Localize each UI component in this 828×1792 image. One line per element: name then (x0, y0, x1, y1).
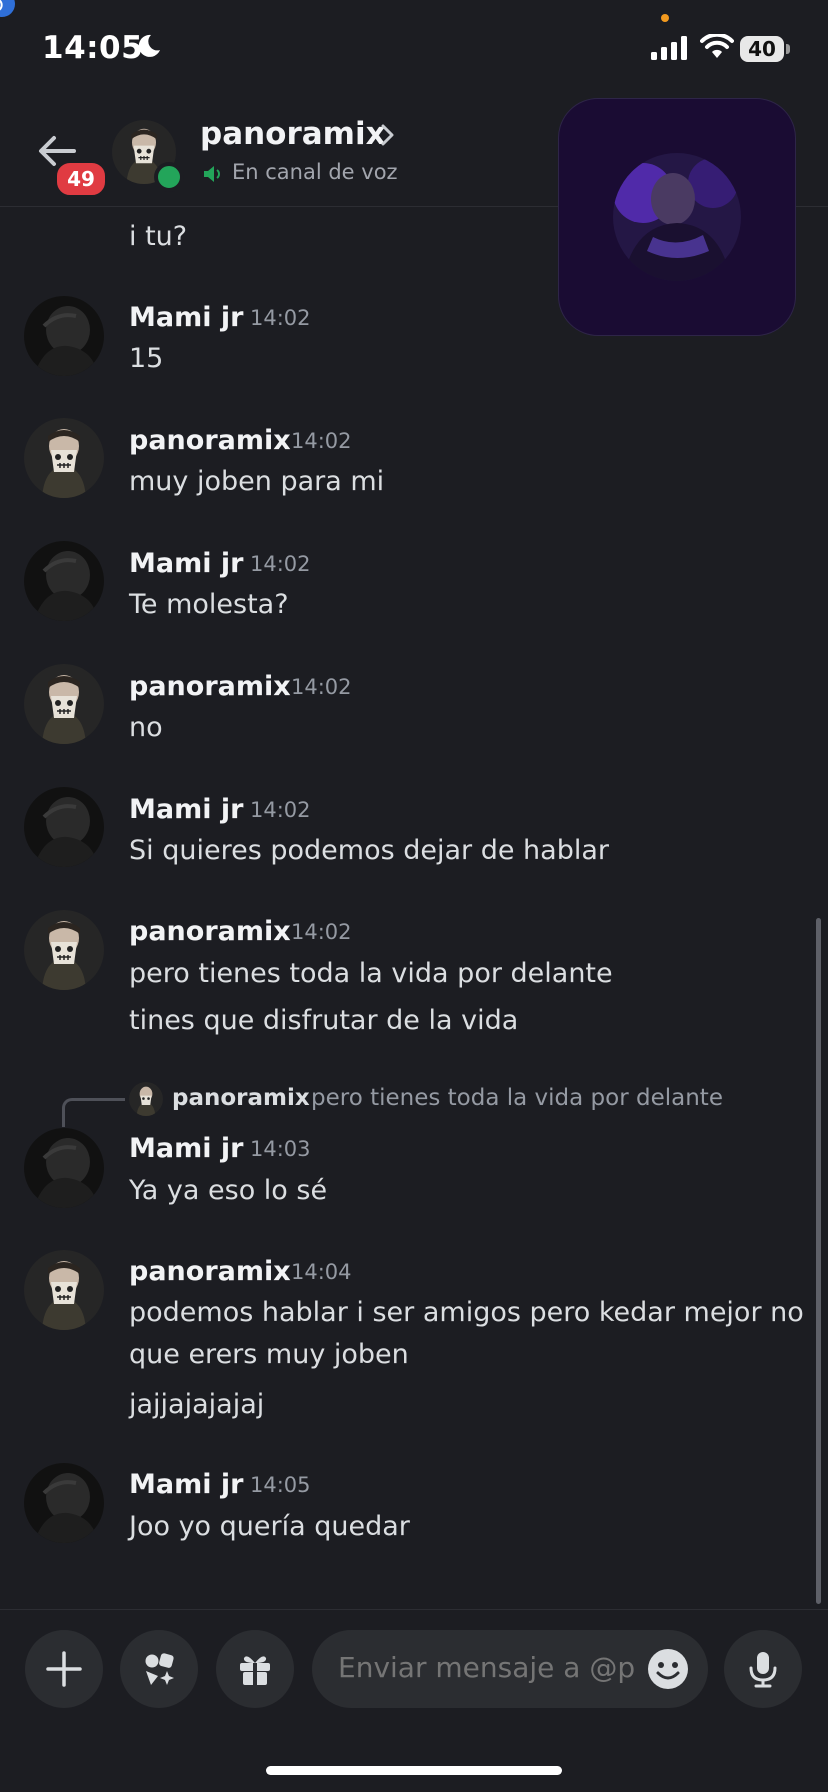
home-indicator[interactable] (266, 1766, 562, 1775)
message-author[interactable]: panoramix (129, 916, 291, 947)
plus-icon (46, 1651, 82, 1687)
avatar[interactable] (24, 296, 104, 376)
message-author[interactable]: Mami jr (129, 1469, 243, 1500)
voice-status: En canal de voz (232, 160, 398, 184)
message-author[interactable]: panoramix (129, 1256, 291, 1287)
voice-activity-icon (0, 0, 15, 17)
skull-mask-avatar-icon (24, 664, 104, 744)
dark-photo-avatar-icon (24, 787, 104, 867)
message-author[interactable]: Mami jr (129, 302, 243, 333)
avatar[interactable] (24, 1463, 104, 1543)
skull-mask-avatar-icon (129, 1082, 163, 1116)
message-author[interactable]: Mami jr (129, 548, 243, 579)
add-attachment-button[interactable] (25, 1630, 103, 1708)
message-text: i tu? (129, 221, 188, 252)
battery-cap (786, 44, 790, 54)
skull-mask-avatar-icon (24, 1250, 104, 1330)
voice-message-button[interactable] (724, 1630, 802, 1708)
avatar[interactable] (24, 1250, 104, 1330)
message-timestamp: 14:02 (291, 429, 352, 453)
skull-mask-avatar-icon (24, 910, 104, 990)
message-timestamp: 14:02 (250, 306, 311, 330)
message-text: 15 (129, 343, 164, 374)
apps-button[interactable] (120, 1630, 198, 1708)
unread-badge: 49 (54, 160, 108, 198)
participant-photo-icon (613, 153, 741, 281)
online-status-dot (154, 162, 184, 192)
reply-preview-text[interactable]: pero tienes toda la vida por delante (311, 1085, 723, 1111)
wifi-icon (700, 34, 734, 58)
message-timestamp: 14:03 (250, 1137, 311, 1161)
message-author[interactable]: panoramix (129, 671, 291, 702)
chevron-right-icon[interactable] (380, 122, 396, 148)
avatar[interactable] (24, 787, 104, 867)
dark-photo-avatar-icon (24, 1463, 104, 1543)
dark-photo-avatar-icon (24, 541, 104, 621)
message-timestamp: 14:05 (250, 1473, 311, 1497)
avatar[interactable] (24, 1128, 104, 1208)
message-timestamp: 14:02 (250, 552, 311, 576)
avatar[interactable] (24, 664, 104, 744)
dark-photo-avatar-icon (24, 296, 104, 376)
message-text: no (129, 712, 163, 743)
microphone-icon (749, 1652, 777, 1688)
voice-call-pip[interactable] (558, 98, 796, 336)
avatar[interactable] (24, 541, 104, 621)
message-timestamp: 14:04 (291, 1260, 352, 1284)
reply-connector (62, 1098, 125, 1127)
call-participant-avatar (613, 153, 741, 281)
message-author[interactable]: panoramix (129, 425, 291, 456)
message-text: Te molesta? (129, 589, 289, 620)
message-text: jajjajajajaj (129, 1389, 265, 1420)
moon-icon (138, 34, 160, 57)
gift-icon (240, 1656, 270, 1685)
speaker-icon (204, 166, 220, 182)
message-text: podemos hablar i ser amigos pero kedar m… (129, 1297, 804, 1328)
status-time: 14:05 (42, 30, 144, 66)
cellular-signal-icon (651, 36, 687, 60)
gift-button[interactable] (216, 1630, 294, 1708)
message-input[interactable] (338, 1651, 638, 1684)
message-text: Ya ya eso lo sé (129, 1175, 328, 1206)
apps-icon (145, 1653, 174, 1685)
message-timestamp: 14:02 (291, 920, 352, 944)
message-text: Joo yo quería quedar (129, 1511, 410, 1542)
privacy-indicator-dot (661, 14, 669, 22)
message-timestamp: 14:02 (250, 798, 311, 822)
battery-level: 40 (740, 36, 784, 62)
composer-divider (0, 1609, 828, 1610)
avatar[interactable] (24, 418, 104, 498)
message-author[interactable]: Mami jr (129, 1133, 243, 1164)
scrollbar[interactable] (816, 918, 821, 1604)
dark-photo-avatar-icon (24, 1128, 104, 1208)
channel-user-name[interactable]: panoramix (200, 116, 386, 152)
reply-author[interactable]: panoramix (172, 1085, 310, 1111)
message-author[interactable]: Mami jr (129, 794, 243, 825)
message-text: Si quieres podemos dejar de hablar (129, 835, 609, 866)
message-timestamp: 14:02 (291, 675, 352, 699)
message-text: muy joben para mi (129, 466, 385, 497)
message-text: tines que disfrutar de la vida (129, 1005, 519, 1036)
reply-avatar (129, 1082, 163, 1116)
message-text: que erers muy joben (129, 1339, 409, 1370)
emoji-icon[interactable] (646, 1647, 690, 1691)
skull-mask-avatar-icon (24, 418, 104, 498)
message-text: pero tienes toda la vida por delante (129, 958, 613, 989)
avatar[interactable] (24, 910, 104, 990)
